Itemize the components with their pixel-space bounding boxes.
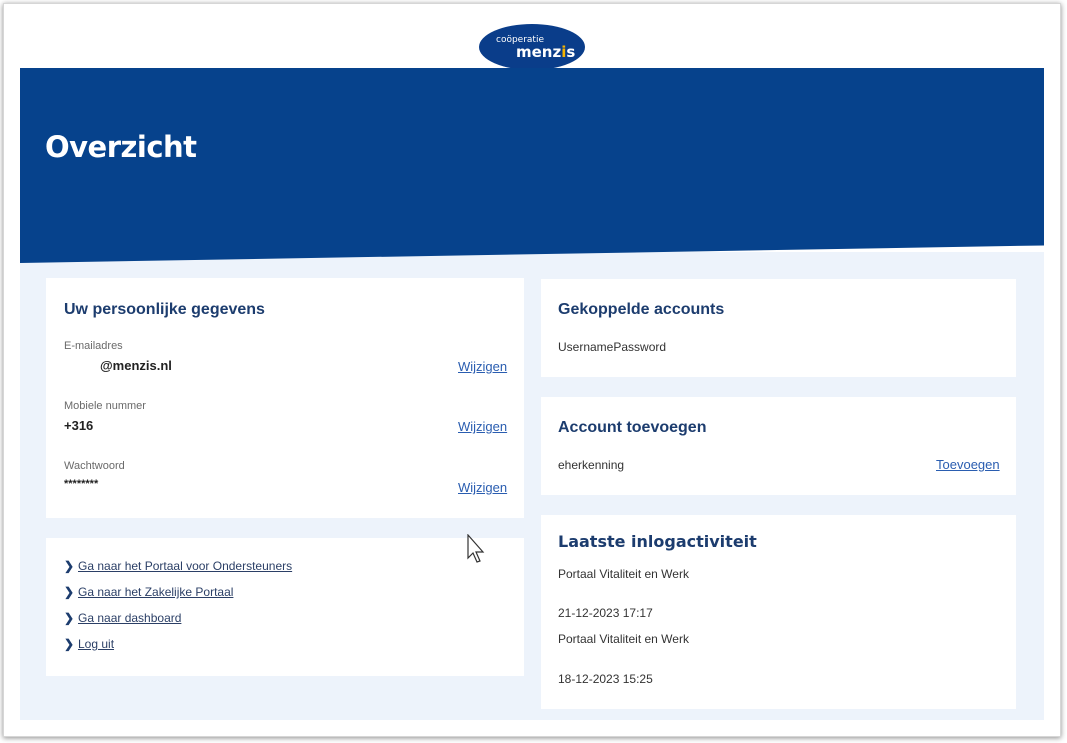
add-account-card: Account toevoegen eherkenning Toevoegen bbox=[541, 397, 1016, 495]
mouse-cursor-icon bbox=[467, 533, 487, 569]
linked-accounts-title: Gekoppelde accounts bbox=[558, 301, 725, 318]
link-label[interactable]: Ga naar dashboard bbox=[78, 611, 181, 625]
password-value: ******** bbox=[64, 478, 99, 490]
link-label[interactable]: Log uit bbox=[78, 637, 114, 651]
link-zakelijke-portaal[interactable]: ❯ Ga naar het Zakelijke Portaal bbox=[64, 585, 233, 599]
activity-portal: Portaal Vitaliteit en Werk bbox=[558, 632, 689, 646]
personal-data-card: Uw persoonlijke gegevens E-mailadres @me… bbox=[46, 278, 524, 518]
mobile-edit-link[interactable]: Wijzigen bbox=[458, 419, 507, 434]
logo-brand-text: menzis bbox=[516, 43, 576, 61]
activity-datetime: 18-12-2023 15:25 bbox=[558, 672, 653, 686]
email-value: @menzis.nl bbox=[100, 358, 172, 373]
link-portaal-ondersteuners[interactable]: ❯ Ga naar het Portaal voor Ondersteuners bbox=[64, 559, 292, 573]
mobile-value: +316 bbox=[64, 418, 94, 433]
chevron-right-icon: ❯ bbox=[64, 637, 75, 651]
email-edit-link[interactable]: Wijzigen bbox=[458, 359, 507, 374]
add-account-link[interactable]: Toevoegen bbox=[936, 457, 1000, 472]
add-account-title: Account toevoegen bbox=[558, 419, 707, 436]
login-activity-title: Laatste inlogactiviteit bbox=[558, 532, 757, 551]
navigation-links-card: ❯ Ga naar het Portaal voor Ondersteuners… bbox=[46, 538, 524, 676]
chevron-right-icon: ❯ bbox=[64, 559, 75, 573]
hero-banner: Overzicht bbox=[20, 68, 1044, 263]
mobile-label: Mobiele nummer bbox=[64, 400, 146, 412]
link-logout[interactable]: ❯ Log uit bbox=[64, 637, 114, 651]
personal-data-title: Uw persoonlijke gegevens bbox=[64, 301, 265, 318]
link-label[interactable]: Ga naar het Zakelijke Portaal bbox=[78, 585, 233, 599]
chevron-right-icon: ❯ bbox=[64, 611, 75, 625]
login-activity-card: Laatste inlogactiviteit Portaal Vitalite… bbox=[541, 515, 1016, 709]
linked-accounts-card: Gekoppelde accounts UsernamePassword bbox=[541, 279, 1016, 377]
activity-datetime: 21-12-2023 17:17 bbox=[558, 606, 653, 620]
link-label[interactable]: Ga naar het Portaal voor Ondersteuners bbox=[78, 559, 292, 573]
chevron-right-icon: ❯ bbox=[64, 585, 75, 599]
link-dashboard[interactable]: ❯ Ga naar dashboard bbox=[64, 611, 181, 625]
add-account-provider: eherkenning bbox=[558, 458, 625, 472]
page-title: Overzicht bbox=[45, 130, 197, 164]
activity-portal: Portaal Vitaliteit en Werk bbox=[558, 567, 689, 581]
email-label: E-mailadres bbox=[64, 340, 123, 352]
password-label: Wachtwoord bbox=[64, 460, 125, 472]
password-edit-link[interactable]: Wijzigen bbox=[458, 480, 507, 495]
linked-account-value: UsernamePassword bbox=[558, 340, 667, 354]
